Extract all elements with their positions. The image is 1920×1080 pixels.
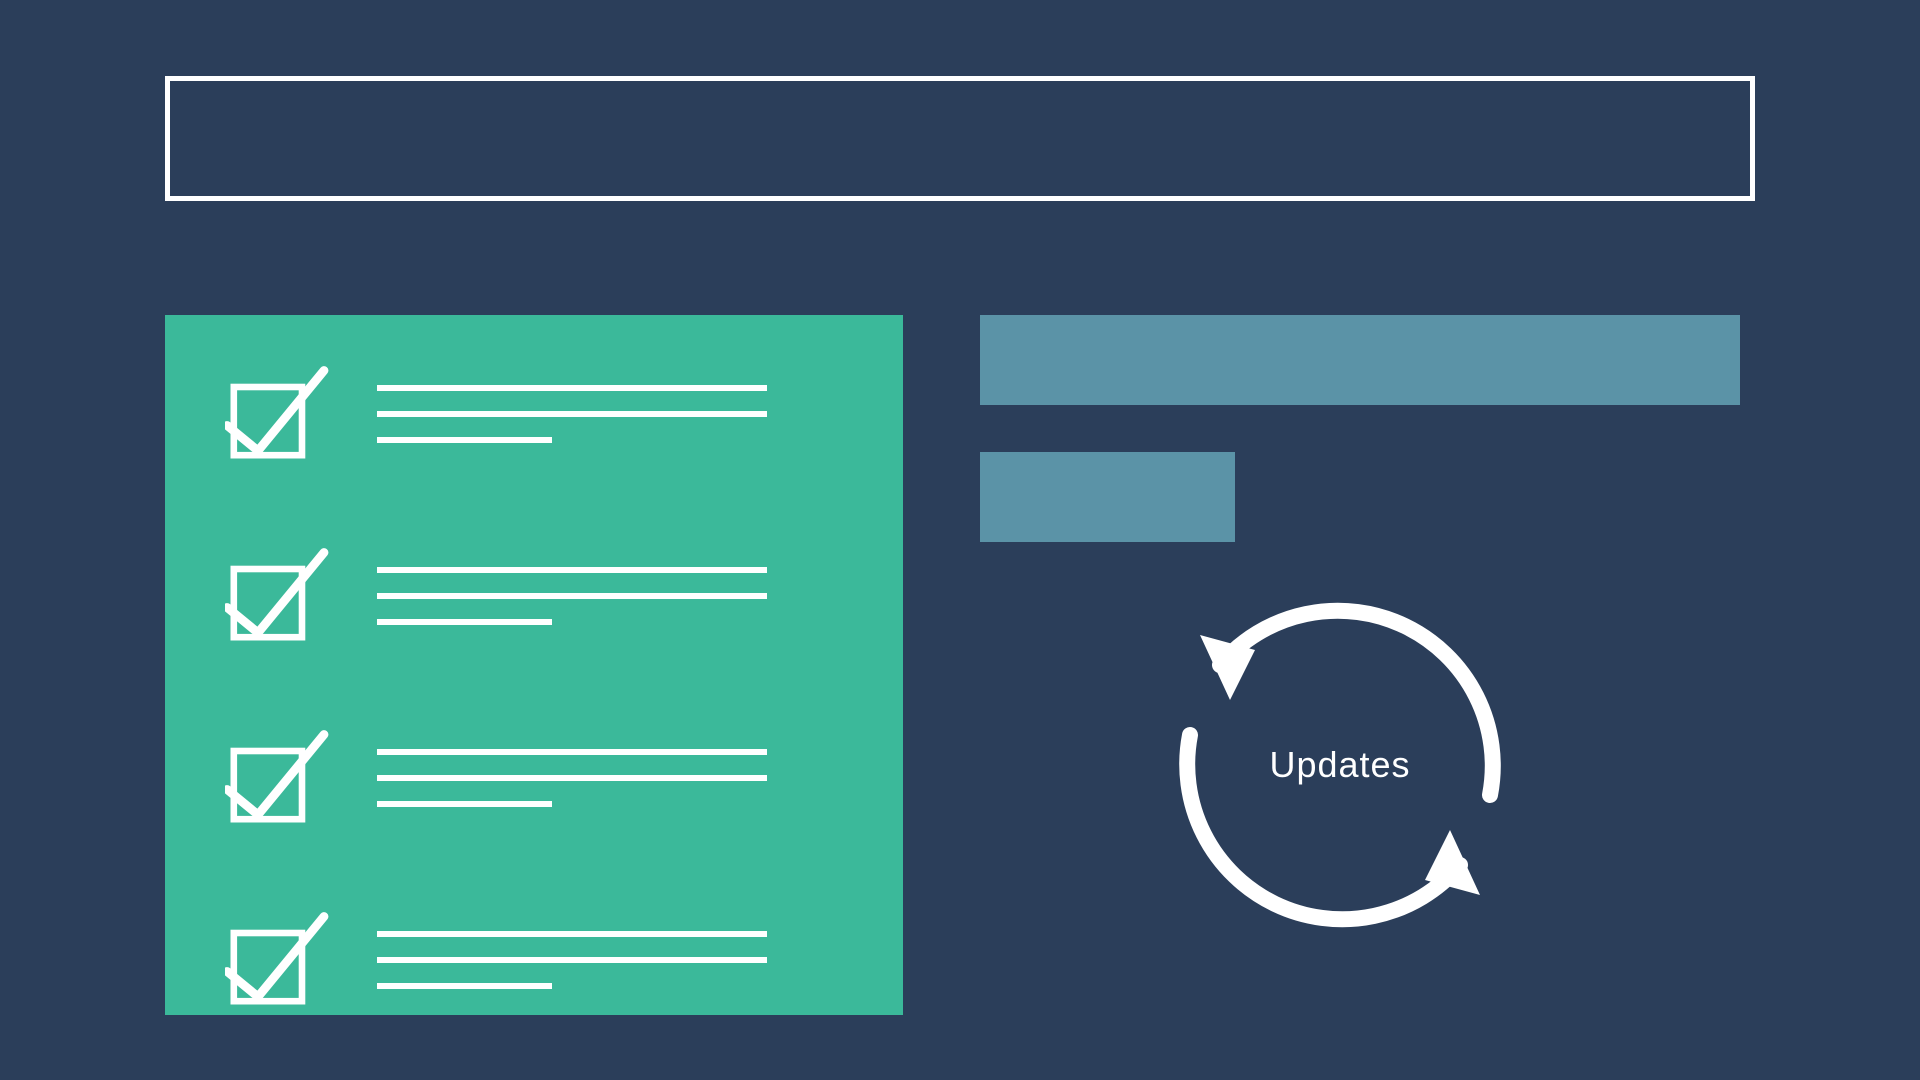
- text-line: [377, 983, 552, 989]
- progress-bar-2: [980, 452, 1235, 542]
- checklist-item: [225, 911, 843, 1021]
- checklist-item: [225, 547, 843, 657]
- progress-bar-1: [980, 315, 1740, 405]
- text-line: [377, 931, 767, 937]
- checklist-item-text: [377, 749, 843, 827]
- text-line: [377, 775, 767, 781]
- checklist-item-text: [377, 385, 843, 463]
- text-line: [377, 411, 767, 417]
- text-line: [377, 801, 552, 807]
- text-line: [377, 619, 552, 625]
- update-cycle: Updates: [1145, 570, 1535, 960]
- text-line: [377, 385, 767, 391]
- checklist-item-text: [377, 931, 843, 1009]
- checklist-item: [225, 729, 843, 839]
- checkbox-checked-icon: [225, 911, 335, 1021]
- cycle-label: Updates: [1269, 744, 1410, 786]
- text-line: [377, 957, 767, 963]
- checklist-panel: [165, 315, 903, 1015]
- text-line: [377, 749, 767, 755]
- text-line: [377, 437, 552, 443]
- checkbox-checked-icon: [225, 729, 335, 839]
- text-line: [377, 593, 767, 599]
- header-title-box: [165, 76, 1755, 201]
- checklist-item: [225, 365, 843, 475]
- checkbox-checked-icon: [225, 547, 335, 657]
- checklist-item-text: [377, 567, 843, 645]
- text-line: [377, 567, 767, 573]
- checkbox-checked-icon: [225, 365, 335, 475]
